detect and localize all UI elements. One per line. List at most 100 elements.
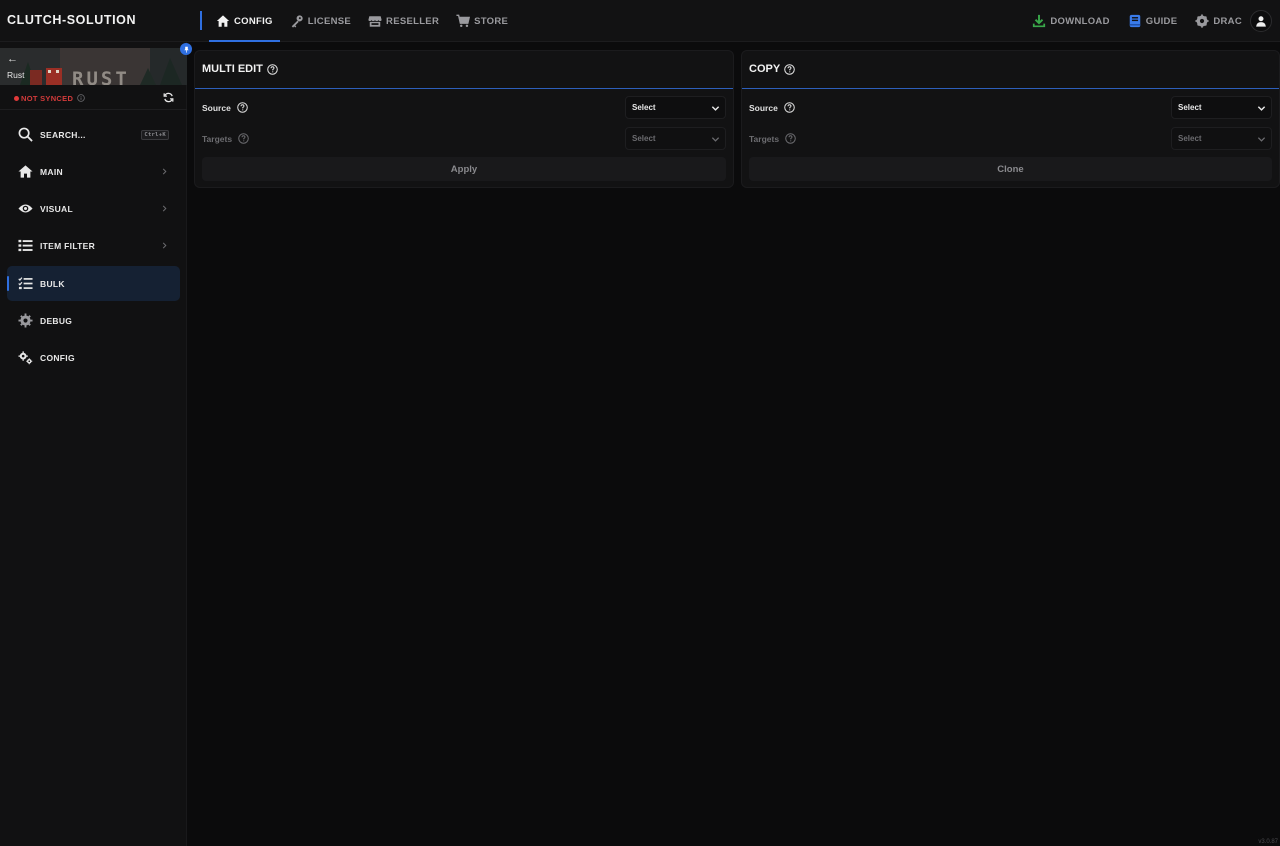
brand-logo: CLUTCH-SOLUTION — [7, 13, 137, 27]
targets-select-value: Select — [1178, 134, 1202, 143]
user-name: DRAC — [1213, 15, 1242, 27]
chevron-right-icon — [162, 168, 167, 175]
chevron-down-icon — [1257, 137, 1266, 142]
panel-title: COPY — [749, 63, 795, 75]
panel-title-underline — [742, 88, 1279, 89]
refresh-icon[interactable] — [163, 92, 174, 103]
version-label: v3.0.87 — [1258, 839, 1278, 845]
sidebar-item-label: MAIN — [40, 166, 63, 177]
source-select[interactable]: Select — [1171, 96, 1272, 119]
user-settings-button[interactable]: DRAC — [1195, 14, 1242, 28]
game-name: Rust — [7, 70, 25, 80]
sidebar-item-visual[interactable]: VISUAL — [7, 191, 180, 226]
apply-button[interactable]: Apply — [202, 157, 726, 181]
sidebar-divider — [0, 109, 187, 110]
book-icon — [1129, 14, 1140, 28]
copy-title: COPY — [749, 63, 781, 75]
back-arrow-icon[interactable]: ← — [7, 53, 18, 65]
help-icon[interactable] — [784, 63, 795, 75]
sync-status-dot — [14, 95, 19, 101]
gear-icon — [1195, 14, 1209, 28]
panel-title: MULTI EDIT — [202, 63, 278, 75]
targets-select[interactable]: Select — [625, 127, 726, 150]
brand-divider — [200, 11, 202, 30]
cart-icon — [456, 14, 471, 28]
guide-label: GUIDE — [1145, 15, 1178, 27]
chevron-down-icon — [1257, 106, 1266, 111]
source-label-text: Source — [202, 102, 231, 113]
gears-icon — [18, 351, 33, 365]
guide-button[interactable]: GUIDE — [1128, 14, 1178, 28]
sidebar-item-label: ITEM FILTER — [40, 240, 96, 251]
help-icon[interactable] — [237, 102, 248, 113]
top-bar: CLUTCH-SOLUTION CONFIG LICENSE RESELLER … — [0, 0, 1280, 42]
sidebar: ← Rust RUST NOT SYNCED SEARCH... Ctrl+K … — [0, 42, 192, 846]
nav-tab-label: STORE — [474, 15, 509, 27]
source-label-text: Source — [749, 102, 778, 113]
checklist-icon — [18, 277, 33, 290]
panel-title-underline — [195, 88, 733, 89]
game-banner[interactable]: ← Rust RUST — [0, 48, 187, 85]
eye-icon — [18, 204, 33, 213]
targets-select-value: Select — [632, 134, 656, 143]
copy-panel: COPY Source Select Targets Select Clone — [741, 50, 1280, 188]
chevron-right-icon — [162, 242, 167, 249]
sidebar-item-label: CONFIG — [40, 352, 75, 363]
source-select-value: Select — [632, 103, 656, 112]
sidebar-item-item-filter[interactable]: ITEM FILTER — [7, 228, 180, 263]
download-icon — [1033, 14, 1046, 28]
source-label: Source — [749, 102, 795, 113]
targets-label-text: Targets — [202, 133, 233, 144]
sidebar-search[interactable]: SEARCH... Ctrl+K — [7, 117, 180, 152]
source-select[interactable]: Select — [625, 96, 726, 119]
pin-icon — [183, 46, 189, 53]
help-icon[interactable] — [784, 102, 795, 113]
download-button[interactable]: DOWNLOAD — [1032, 14, 1109, 28]
multi-edit-title: MULTI EDIT — [202, 63, 263, 75]
sidebar-item-config[interactable]: CONFIG — [7, 340, 180, 375]
sync-status-text: NOT SYNCED — [21, 93, 74, 103]
avatar[interactable] — [1250, 10, 1272, 32]
sidebar-item-label: DEBUG — [40, 315, 73, 326]
sidebar-item-debug[interactable]: DEBUG — [7, 303, 180, 338]
help-icon[interactable] — [267, 63, 278, 75]
nav-tab-config[interactable]: CONFIG — [209, 0, 280, 42]
home-icon — [18, 165, 33, 178]
sidebar-item-bulk[interactable]: BULK — [7, 266, 180, 301]
help-icon[interactable] — [785, 133, 796, 144]
nav-tab-label: CONFIG — [234, 15, 273, 27]
multi-edit-panel: MULTI EDIT Source Select Targets Select … — [194, 50, 734, 188]
info-icon[interactable] — [77, 94, 85, 102]
search-shortcut: Ctrl+K — [141, 129, 169, 140]
chevron-down-icon — [711, 137, 720, 142]
source-select-value: Select — [1178, 103, 1202, 112]
sidebar-item-label: BULK — [40, 278, 65, 289]
targets-label-text: Targets — [749, 133, 780, 144]
nav-tab-label: LICENSE — [307, 15, 352, 27]
sidebar-item-main[interactable]: MAIN — [7, 154, 180, 189]
home-icon — [216, 15, 230, 27]
top-nav: CONFIG LICENSE RESELLER STORE — [209, 0, 518, 42]
chevron-down-icon — [711, 106, 720, 111]
nav-tab-store[interactable]: STORE — [449, 0, 515, 42]
targets-select[interactable]: Select — [1171, 127, 1272, 150]
nav-tab-label: RESELLER — [386, 15, 440, 27]
source-label: Source — [202, 102, 248, 113]
user-icon — [1256, 16, 1266, 27]
clone-button[interactable]: Clone — [749, 157, 1272, 181]
help-icon[interactable] — [238, 133, 249, 144]
sync-status: NOT SYNCED — [14, 92, 174, 104]
pin-badge[interactable] — [180, 43, 192, 55]
chevron-right-icon — [162, 205, 167, 212]
nav-tab-license[interactable]: LICENSE — [283, 0, 358, 42]
search-icon — [18, 127, 33, 142]
store-icon — [368, 16, 382, 27]
key-icon — [291, 15, 303, 28]
download-label: DOWNLOAD — [1050, 15, 1110, 27]
nav-tab-reseller[interactable]: RESELLER — [361, 0, 446, 42]
game-banner-wordmark: RUST — [72, 68, 130, 85]
gear-icon — [18, 313, 33, 328]
top-right-nav: DOWNLOAD GUIDE DRAC — [1014, 0, 1272, 42]
targets-label: Targets — [749, 133, 796, 144]
targets-label: Targets — [202, 133, 249, 144]
